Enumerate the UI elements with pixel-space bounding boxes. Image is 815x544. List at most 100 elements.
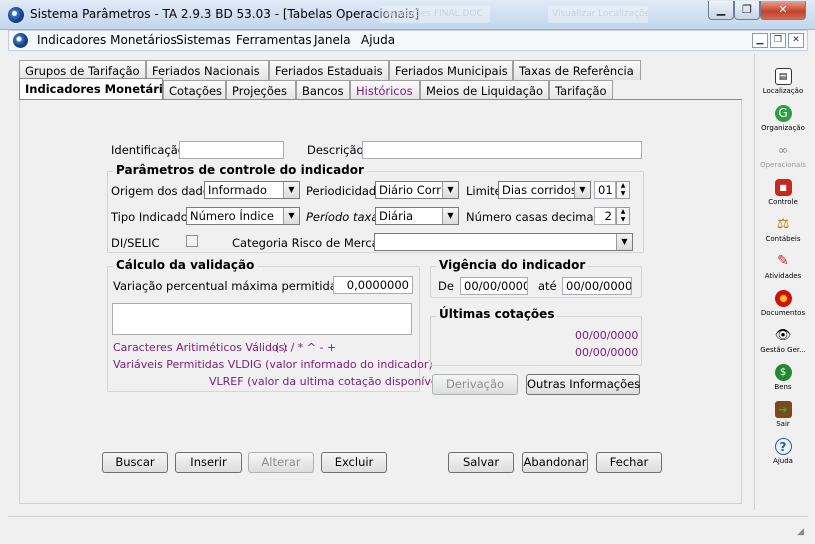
toolbar-label: Controle bbox=[768, 198, 798, 206]
tab-feriados-estaduais[interactable]: Feriados Estaduais bbox=[269, 60, 389, 80]
close-button[interactable]: ✕ bbox=[760, 1, 806, 20]
formula-input[interactable] bbox=[112, 303, 412, 335]
identificacao-input[interactable] bbox=[179, 141, 284, 159]
origem-select[interactable]: Informado ▼ bbox=[204, 181, 300, 199]
tab-grupos-tarifacao[interactable]: Grupos de Tarifação bbox=[19, 60, 146, 80]
mdi-minimize-button[interactable]: ▁ bbox=[752, 33, 768, 48]
periodo-taxa-value: Diária bbox=[379, 209, 414, 223]
tab-historicos[interactable]: Históricos bbox=[350, 80, 420, 100]
mdi-restore-button[interactable]: ❐ bbox=[770, 33, 786, 48]
window-title: Sistema Parâmetros - TA 2.9.3 BD 53.03 -… bbox=[30, 7, 420, 21]
toolbar-label: Organização bbox=[761, 124, 805, 132]
scales-icon: ⚖ bbox=[776, 216, 790, 232]
stop-sign-icon: ■ bbox=[774, 179, 792, 196]
toolbar-gestao[interactable]: 👁 Gestão Ger... bbox=[755, 327, 811, 363]
pen-icon: ✎ bbox=[777, 253, 789, 269]
limite-number-input[interactable]: 01 bbox=[594, 181, 616, 199]
toolbar-documentos[interactable]: Documentos bbox=[755, 290, 811, 326]
toolbar-label: Contábeis bbox=[765, 235, 801, 243]
casas-decimais-input[interactable]: 2 bbox=[594, 207, 616, 225]
tabelas-operacionais-form: Grupos de Tarifação Feriados Nacionais F… bbox=[15, 54, 753, 510]
tab-tarifacao[interactable]: Tarifação bbox=[549, 80, 613, 100]
tipo-indicador-value: Número Índice bbox=[190, 209, 274, 223]
toolbar-bens[interactable]: $ Bens bbox=[755, 364, 811, 400]
toolbar-sair[interactable]: ➜ Sair bbox=[755, 401, 811, 437]
periodicidade-select[interactable]: Diário Corrido ▼ bbox=[375, 181, 459, 199]
vigencia-de-input[interactable]: 00/00/0000 bbox=[460, 277, 528, 295]
casas-decimais-label: Número casas decimais bbox=[466, 210, 603, 224]
target-icon bbox=[774, 290, 792, 307]
buscar-button[interactable]: Buscar bbox=[102, 452, 168, 473]
limite-spinner[interactable]: ▲ ▼ bbox=[616, 181, 630, 199]
periodo-taxa-label: Período taxa bbox=[306, 210, 379, 224]
outras-informacoes-button[interactable]: Outras Informações bbox=[526, 374, 640, 395]
toolbar-organizacao[interactable]: G Organização bbox=[755, 105, 811, 141]
toolbar-contabeis[interactable]: ⚖ Contábeis bbox=[755, 216, 811, 252]
toolbar-label: Operacionais bbox=[760, 161, 806, 169]
keyboard-icon: ▤ bbox=[774, 68, 792, 85]
periodicidade-label: Periodicidade bbox=[306, 184, 384, 198]
toolbar-label: Sair bbox=[776, 420, 790, 428]
toolbar-label: Ajuda bbox=[773, 457, 793, 465]
menu-janela[interactable]: Janela bbox=[314, 33, 351, 47]
casas-decimais-spinner[interactable]: ▲ ▼ bbox=[616, 207, 630, 225]
abandonar-button[interactable]: Abandonar bbox=[522, 452, 588, 473]
ultima-cotacao-date-1: 00/00/0000 bbox=[575, 329, 639, 342]
tab-taxas-referencia[interactable]: Taxas de Referência bbox=[513, 60, 641, 80]
title-bar: Sistema Parâmetros - TA 2.9.3 BD 53.03 -… bbox=[0, 0, 815, 30]
menu-ajuda[interactable]: Ajuda bbox=[361, 33, 395, 47]
tab-feriados-nacionais[interactable]: Feriados Nacionais bbox=[146, 60, 269, 80]
vigencia-title: Vigência do indicador bbox=[436, 258, 589, 272]
toolbar-label: Atividades bbox=[764, 272, 802, 280]
alterar-button[interactable]: Alterar bbox=[248, 452, 314, 473]
taskbar-ghost-tab: Anotações FINAL.DOC bbox=[380, 6, 490, 23]
toolbar-controle[interactable]: ■ Controle bbox=[755, 179, 811, 215]
limite-label: Limite bbox=[466, 184, 502, 198]
limite-select[interactable]: Dias corridos ▼ bbox=[498, 181, 591, 199]
restore-button[interactable]: ❐ bbox=[734, 1, 760, 20]
origem-label: Origem dos dados bbox=[111, 184, 216, 198]
tab-projecoes[interactable]: Projeções bbox=[226, 80, 296, 100]
tab-bancos[interactable]: Bancos bbox=[296, 80, 350, 100]
de-label: De bbox=[438, 279, 454, 293]
chevron-down-icon: ▼ bbox=[442, 182, 458, 198]
tab-cotacoes[interactable]: Cotações bbox=[163, 80, 226, 100]
parametros-title: Parâmetros de controle do indicador bbox=[113, 163, 367, 177]
toolbar-label: Bens bbox=[774, 383, 792, 391]
right-toolbar: ▤ Localização G Organização ∞ Operacionais … bbox=[754, 54, 810, 510]
help-icon: ? bbox=[774, 438, 792, 455]
mdi-close-button[interactable]: ✕ bbox=[788, 33, 804, 48]
resize-grip-icon[interactable]: ◢ bbox=[797, 527, 804, 537]
toolbar-ajuda[interactable]: ? Ajuda bbox=[755, 438, 811, 474]
toolbar-atividades[interactable]: ✎ Atividades bbox=[755, 253, 811, 289]
menu-indicadores[interactable]: Indicadores Monetários bbox=[37, 33, 177, 47]
categoria-risco-select[interactable]: ▼ bbox=[374, 233, 633, 251]
derivacao-button[interactable]: Derivação bbox=[432, 374, 518, 395]
tipo-indicador-select[interactable]: Número Índice ▼ bbox=[186, 207, 300, 225]
chevron-down-icon: ▼ bbox=[283, 208, 299, 224]
diselic-checkbox[interactable] bbox=[186, 235, 198, 247]
tab-feriados-municipais[interactable]: Feriados Municipais bbox=[389, 60, 513, 80]
toolbar-operacionais[interactable]: ∞ Operacionais bbox=[755, 142, 811, 178]
mdi-child-icon[interactable] bbox=[13, 33, 28, 48]
toolbar-localizacao[interactable]: ▤ Localização bbox=[755, 68, 811, 104]
fechar-button[interactable]: Fechar bbox=[596, 452, 662, 473]
menu-ferramentas[interactable]: Ferramentas bbox=[236, 33, 312, 47]
salvar-button[interactable]: Salvar bbox=[448, 452, 514, 473]
identificacao-label: Identificação bbox=[111, 143, 185, 157]
tab-meios-liquidacao[interactable]: Meios de Liquidação bbox=[420, 80, 549, 100]
minimize-button[interactable]: ▁ bbox=[708, 1, 734, 20]
tab-indicadores-monetarios[interactable]: Indicadores Monetários bbox=[19, 78, 178, 100]
periodo-taxa-select[interactable]: Diária ▼ bbox=[375, 207, 459, 225]
descricao-input[interactable] bbox=[362, 141, 642, 159]
toolbar-label: Documentos bbox=[760, 309, 806, 317]
status-bar: ◢ bbox=[8, 516, 808, 540]
ate-label: até bbox=[538, 279, 557, 293]
inserir-button[interactable]: Inserir bbox=[175, 452, 242, 473]
menu-sistemas[interactable]: Sistemas bbox=[176, 33, 231, 47]
excluir-button[interactable]: Excluir bbox=[321, 452, 387, 473]
vigencia-ate-input[interactable]: 00/00/0000 bbox=[562, 277, 632, 295]
calculo-title: Cálculo da validação bbox=[113, 258, 258, 272]
chevron-down-icon: ▼ bbox=[574, 182, 590, 198]
variacao-input[interactable]: 0,0000000 bbox=[333, 276, 413, 294]
